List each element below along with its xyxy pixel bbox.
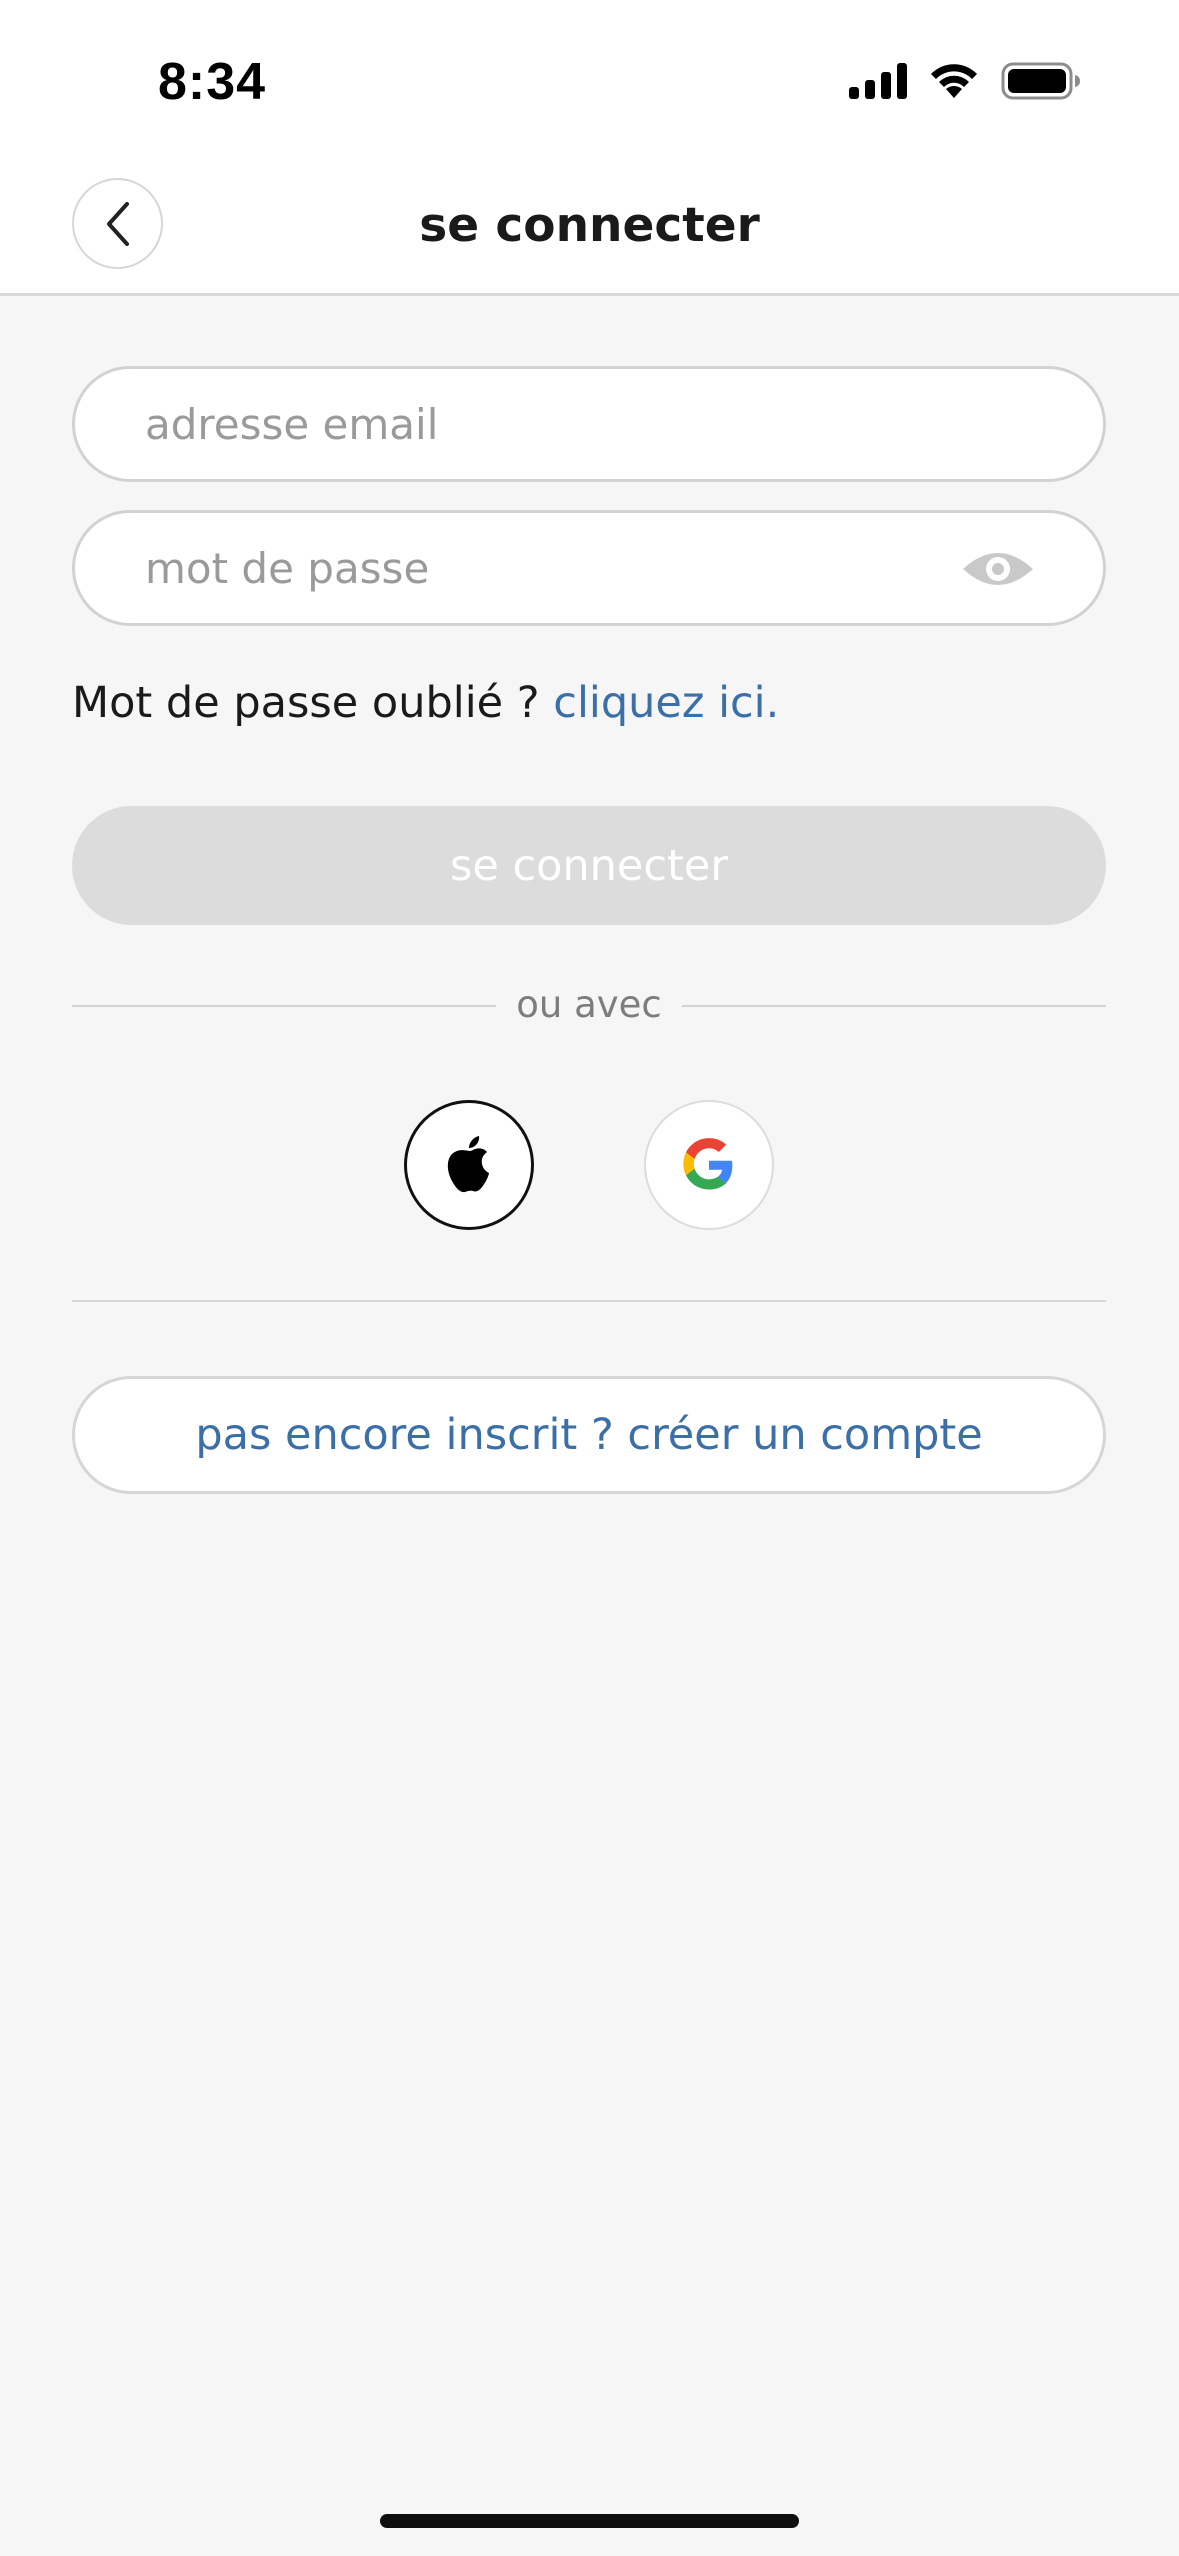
forgot-password-text: Mot de passe oublié ?	[72, 678, 540, 728]
forgot-password-link[interactable]: cliquez ici.	[553, 678, 779, 728]
or-divider: ou avec	[72, 980, 1106, 1030]
status-time: 8:34	[158, 53, 267, 111]
signal-icon	[849, 63, 907, 99]
password-field[interactable]	[72, 510, 1106, 626]
eye-icon[interactable]	[961, 545, 1035, 593]
battery-icon	[1001, 62, 1080, 100]
status-bar: 8:34	[0, 0, 1179, 150]
login-button[interactable]: se connecter	[72, 806, 1106, 925]
password-input[interactable]	[145, 543, 945, 593]
page-title: se connecter	[419, 198, 760, 253]
forgot-password-line: Mot de passe oublié ? cliquez ici.	[72, 678, 779, 728]
email-input[interactable]	[145, 399, 945, 449]
apple-sign-in-button[interactable]	[404, 1100, 534, 1230]
divider-line-right	[682, 1005, 1106, 1007]
create-account-button[interactable]: pas encore inscrit ? créer un compte	[72, 1376, 1106, 1494]
home-indicator	[380, 2514, 799, 2528]
header: se connecter	[0, 150, 1179, 296]
email-field[interactable]	[72, 366, 1106, 482]
wifi-icon	[931, 64, 977, 98]
apple-icon	[447, 1136, 489, 1193]
google-icon	[683, 1138, 733, 1190]
google-sign-in-button[interactable]	[644, 1100, 774, 1230]
status-icons	[849, 62, 1081, 100]
section-divider	[72, 1300, 1106, 1302]
